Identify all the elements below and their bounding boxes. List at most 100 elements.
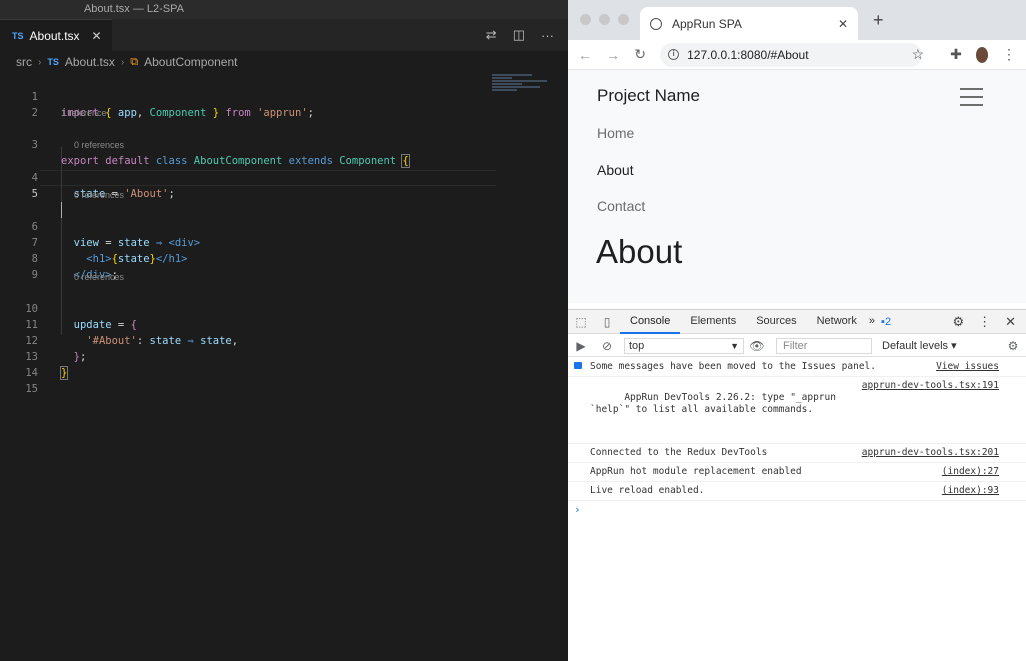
sidebar-toggle-icon[interactable]: ▶ — [568, 339, 594, 353]
page-title: About — [596, 233, 683, 270]
browser-tab[interactable]: AppRun SPA ✕ — [640, 7, 858, 40]
gear-icon[interactable]: ⚙ — [1000, 339, 1026, 353]
codelens-references[interactable]: 1 reference — [61, 107, 107, 120]
nav-link-contact[interactable]: Contact — [597, 198, 645, 214]
bookmark-star-icon[interactable]: ☆ — [912, 46, 925, 63]
codelens-references[interactable]: 0 references — [74, 189, 124, 202]
back-arrow-icon[interactable]: ← — [578, 47, 592, 63]
editor-actions: ⇄ ◫ ··· — [486, 19, 554, 51]
tab-elements[interactable]: Elements — [680, 309, 746, 334]
console-toolbar: ▶ ⊘ top ▼ 👁 Filter Default levels ▾ ⚙ — [568, 335, 1026, 357]
issues-badge[interactable]: ▪2 — [881, 316, 891, 328]
code-line: 14 — [0, 349, 568, 379]
console-message-text: Connected to the Redux DevTools — [590, 447, 768, 458]
info-icon[interactable]: i — [668, 49, 680, 60]
code-line: 11 '#About': state ⇒ state, — [0, 301, 568, 347]
window-titlebar: About.tsx — L2-SPA — [0, 0, 568, 19]
console-message: AppRun DevTools 2.26.2: type "_apprun `h… — [568, 377, 1026, 444]
hamburger-menu-icon[interactable] — [960, 88, 983, 112]
chevron-right-icon: › — [38, 56, 42, 68]
inspect-element-icon[interactable]: ⬚ — [568, 315, 594, 329]
info-icon — [574, 362, 582, 369]
url-text: 127.0.0.1:8080/#About — [687, 47, 809, 62]
tab-about-tsx[interactable]: TS About.tsx ✕ — [0, 19, 112, 51]
log-levels-select[interactable]: Default levels ▾ — [882, 339, 957, 352]
gear-icon[interactable]: ⚙ — [952, 314, 964, 330]
devtools-tabbar: ⬚ ▯ Console Elements Sources Network » ▪… — [568, 309, 1026, 334]
code-editor[interactable]: 1 import { app, Component } from 'apprun… — [0, 73, 568, 661]
console-source-link[interactable]: (index):27 — [942, 466, 999, 478]
console-output: Some messages have been moved to the Iss… — [568, 358, 1026, 518]
more-tabs-icon[interactable]: » — [867, 309, 877, 334]
typescript-file-icon: TS — [12, 30, 24, 41]
typescript-file-icon: TS — [47, 57, 59, 67]
open-changes-icon[interactable]: ⇄ — [486, 27, 497, 43]
device-toolbar-icon[interactable]: ▯ — [594, 315, 620, 329]
extensions-icon[interactable]: ✚ — [950, 46, 962, 63]
code-line: 5 — [0, 170, 568, 218]
navbar-brand[interactable]: Project Name — [597, 86, 700, 106]
breadcrumb-symbol[interactable]: AboutComponent — [144, 55, 237, 69]
nav-link-about[interactable]: About — [597, 162, 634, 178]
code-line: 13 } — [0, 333, 568, 380]
more-actions-icon[interactable]: ··· — [541, 28, 554, 43]
console-message-text: AppRun hot module replacement enabled — [590, 466, 802, 477]
vscode-window: About.tsx — L2-SPA TS About.tsx ✕ ⇄ ◫ ··… — [0, 0, 568, 661]
clear-console-icon[interactable]: ⊘ — [594, 339, 620, 353]
close-icon[interactable]: ✕ — [838, 17, 848, 31]
code-line: 1 import { app, Component } from 'apprun… — [0, 73, 568, 119]
breadcrumb-file[interactable]: About.tsx — [65, 55, 115, 69]
console-message-text: Some messages have been moved to the Iss… — [590, 361, 876, 372]
line-number: 5 — [31, 188, 38, 200]
eye-icon[interactable]: 👁 — [744, 339, 770, 353]
code-line: 9 — [0, 251, 568, 281]
editor-tabbar: TS About.tsx ✕ ⇄ ◫ ··· — [0, 19, 568, 51]
code-line: 2 — [0, 89, 568, 119]
devtools-actions: ⚙ ⋮ ✕ — [952, 314, 1026, 330]
code-line: 15 — [0, 365, 568, 395]
code-line: 8 </div>; — [0, 235, 568, 281]
filter-input[interactable]: Filter — [776, 337, 872, 354]
new-tab-icon[interactable]: + — [873, 10, 884, 31]
more-vert-icon[interactable]: ⋮ — [1002, 46, 1016, 63]
console-message: Some messages have been moved to the Iss… — [568, 358, 1026, 377]
reload-icon[interactable]: ↻ — [634, 46, 646, 63]
class-symbol-icon: ⧉ — [130, 55, 139, 68]
console-source-link[interactable]: apprun-dev-tools.tsx:201 — [862, 447, 999, 459]
console-source-link[interactable]: View issues — [936, 361, 999, 373]
nav-link-home[interactable]: Home — [597, 125, 634, 141]
close-icon[interactable]: ✕ — [1005, 314, 1016, 330]
tab-console[interactable]: Console — [620, 309, 681, 334]
chevron-right-icon: › — [120, 56, 125, 68]
close-window-button[interactable] — [580, 14, 591, 25]
web-page: Project Name Home About Contact About — [568, 70, 1026, 308]
tab-sources[interactable]: Sources — [746, 309, 806, 334]
code-line: 6 view = state ⇒ <div> — [0, 203, 568, 249]
avatar[interactable] — [975, 46, 988, 63]
code-line: 4 state = 'About'; — [0, 154, 568, 200]
console-message: Live reload enabled. (index):93 — [568, 482, 1026, 501]
line-number: 3 — [31, 139, 38, 151]
maximize-window-button[interactable] — [618, 14, 629, 25]
codelens-references[interactable]: 0 references — [74, 271, 124, 284]
tab-label: About.tsx — [29, 28, 80, 43]
line-number: 2 — [31, 107, 38, 119]
codelens-references[interactable]: 0 references — [74, 139, 124, 152]
breadcrumb-folder[interactable]: src — [16, 55, 32, 69]
console-source-link[interactable]: apprun-dev-tools.tsx:191 — [862, 380, 999, 392]
close-icon[interactable]: ✕ — [92, 29, 102, 43]
browser-toolbar: ← → ↻ i 127.0.0.1:8080/#About ☆ ✚ ⋮ — [568, 40, 1026, 70]
context-select[interactable]: top ▼ — [624, 337, 744, 354]
console-message: AppRun hot module replacement enabled (i… — [568, 463, 1026, 482]
issues-count: 2 — [884, 315, 892, 328]
address-bar[interactable]: i 127.0.0.1:8080/#About ☆ — [660, 42, 925, 67]
console-message: Connected to the Redux DevTools apprun-d… — [568, 444, 1026, 463]
console-prompt[interactable]: › — [568, 501, 1026, 518]
forward-arrow-icon[interactable]: → — [606, 47, 620, 63]
split-editor-icon[interactable]: ◫ — [513, 27, 525, 43]
more-vert-icon[interactable]: ⋮ — [978, 314, 991, 330]
tab-network[interactable]: Network — [807, 309, 867, 334]
console-source-link[interactable]: (index):93 — [942, 485, 999, 497]
minimize-window-button[interactable] — [599, 14, 610, 25]
line-number: 9 — [31, 269, 38, 281]
